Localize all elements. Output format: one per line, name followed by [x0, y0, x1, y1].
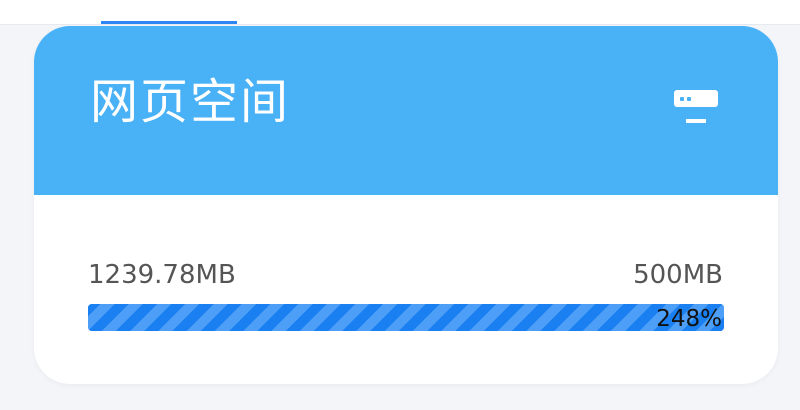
card-header: 网页空间 [34, 26, 778, 195]
server-icon [674, 90, 718, 126]
server-icon-base [686, 119, 706, 123]
server-icon-dot [680, 97, 684, 101]
top-tab-bar [0, 0, 800, 25]
web-space-card: 网页空间 1239.78MB 500MB 248% [34, 26, 778, 384]
used-space-value: 1239.78MB [88, 260, 236, 290]
total-space-value: 500MB [633, 260, 723, 290]
server-icon-dot [687, 97, 691, 101]
usage-progress-fill [88, 304, 724, 331]
card-title: 网页空间 [90, 74, 291, 130]
usage-progress-bar: 248% [88, 304, 724, 331]
active-tab-indicator [101, 21, 237, 24]
usage-percent: 248% [656, 306, 722, 331]
server-icon-box [674, 90, 718, 107]
